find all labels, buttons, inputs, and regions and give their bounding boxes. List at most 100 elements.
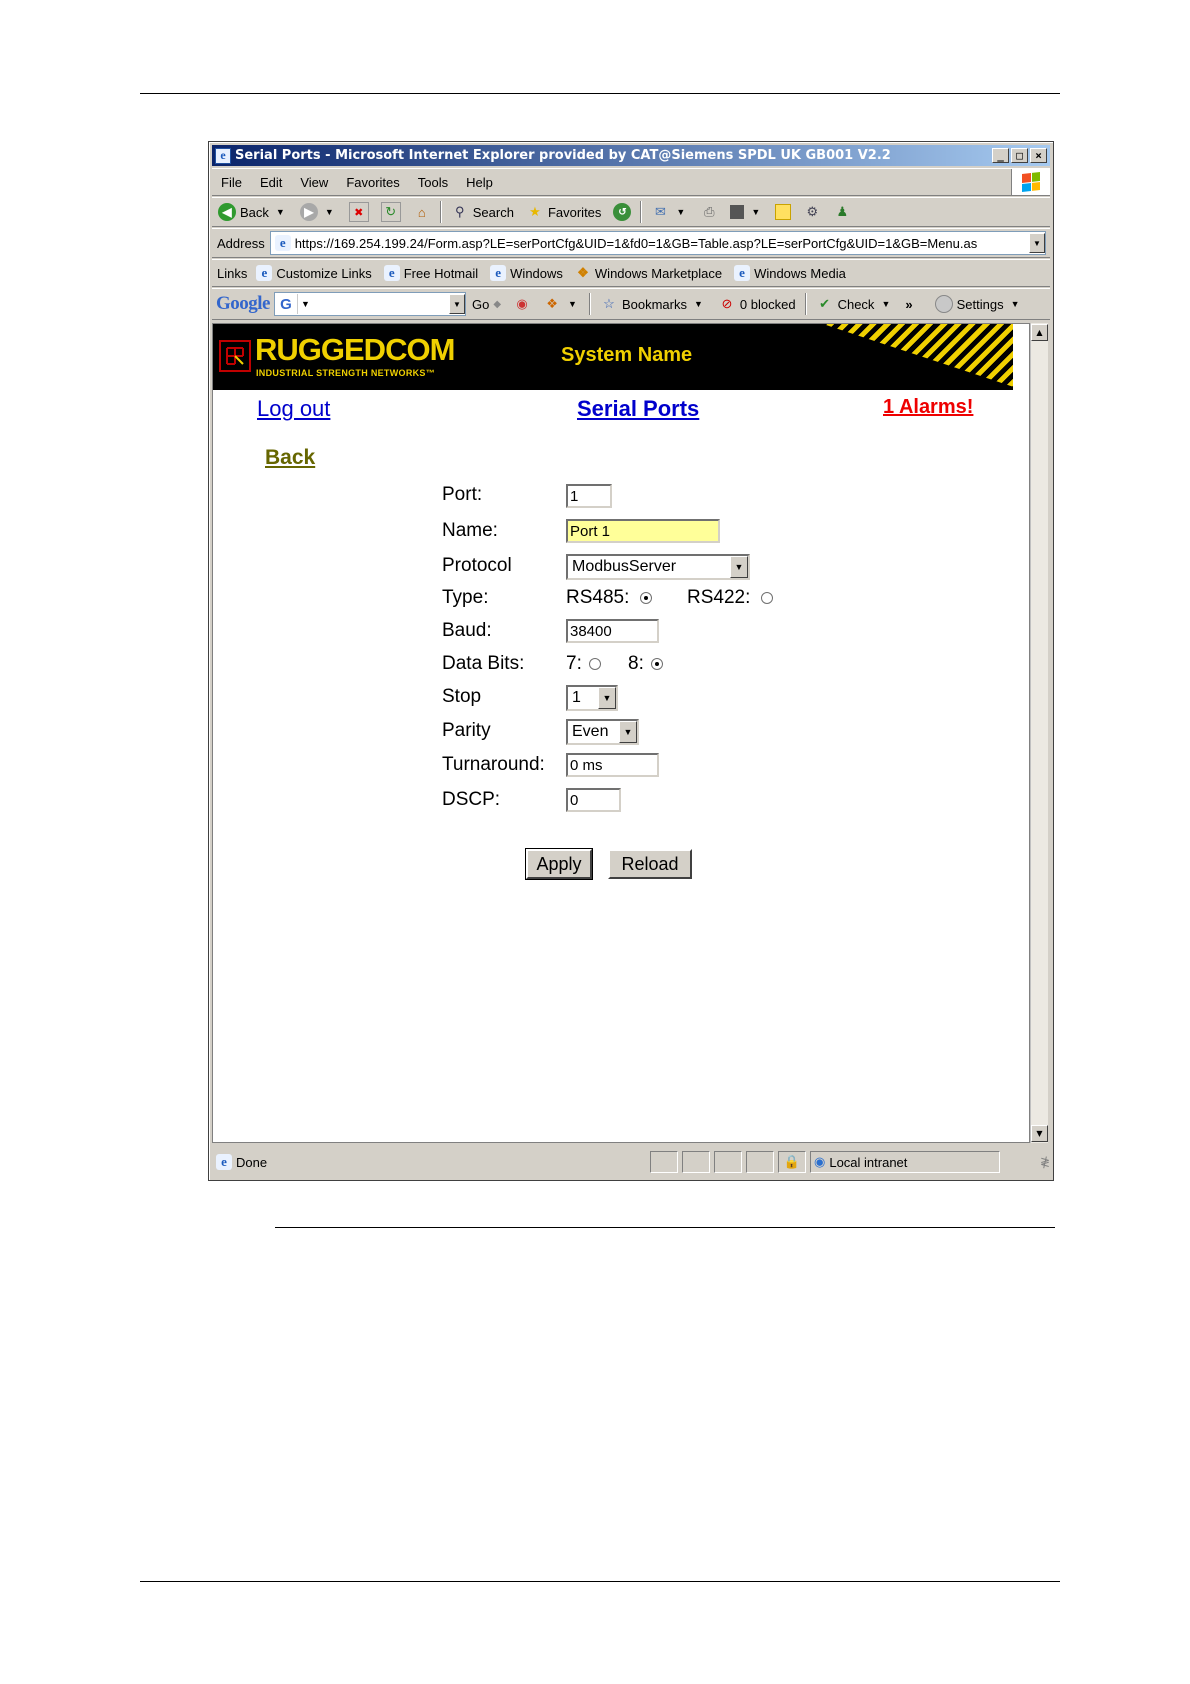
name-input[interactable]: Port 1 — [566, 519, 720, 543]
rs485-radio[interactable] — [640, 592, 652, 604]
pagerank-button[interactable]: ◉ — [507, 295, 537, 313]
parity-label: Parity — [442, 720, 491, 741]
research-button[interactable]: ⚙ — [797, 203, 827, 221]
link-windows[interactable]: e Windows — [486, 265, 571, 281]
rs485-label: RS485: — [566, 587, 630, 608]
stop-button[interactable]: ✖ — [343, 202, 375, 222]
protocol-select[interactable]: ModbusServer ▼ — [566, 554, 750, 580]
messenger-button[interactable]: ♟ — [827, 203, 857, 221]
chevron-down-icon[interactable]: ▼ — [1008, 299, 1023, 309]
stop-select[interactable]: 1 ▼ — [566, 685, 618, 711]
edit-button[interactable]: ▼ — [724, 205, 769, 219]
dscp-input[interactable]: 0 — [566, 788, 621, 812]
menu-tools[interactable]: Tools — [409, 175, 457, 190]
rs422-radio[interactable] — [761, 592, 773, 604]
home-button[interactable]: ⌂ — [407, 203, 437, 221]
chevron-down-icon[interactable]: ▼ — [322, 207, 337, 217]
ie-window: e Serial Ports - Microsoft Internet Expl… — [208, 141, 1054, 1181]
chevron-down-icon[interactable]: ▼ — [565, 299, 580, 309]
chevron-down-icon[interactable]: ▼ — [619, 721, 637, 743]
window-title: Serial Ports - Microsoft Internet Explor… — [235, 148, 891, 163]
brand-tagline: INDUSTRIAL STRENGTH NETWORKS™ — [256, 368, 436, 378]
vertical-scrollbar[interactable]: ▲ ▼ — [1030, 323, 1048, 1143]
google-dropdown-button[interactable]: ▼ — [449, 294, 465, 314]
data-bits-label: Data Bits: — [442, 653, 525, 674]
google-options-icon: ❖ — [546, 296, 558, 311]
chevron-down-icon[interactable]: ▼ — [878, 299, 893, 309]
ie-page-icon: e — [383, 265, 400, 281]
turnaround-input[interactable]: 0 ms — [566, 753, 659, 777]
reload-button[interactable]: Reload — [608, 849, 692, 879]
link-windows-marketplace[interactable]: ❖ Windows Marketplace — [571, 265, 730, 281]
alarms-link[interactable]: 1 Alarms! — [883, 396, 973, 419]
mail-button[interactable]: ✉ ▼ — [645, 203, 694, 221]
baud-input[interactable]: 38400 — [566, 619, 659, 643]
port-label: Port: — [442, 484, 483, 505]
baud-label: Baud: — [442, 620, 492, 641]
menu-file[interactable]: File — [212, 175, 251, 190]
chevron-down-icon[interactable]: ▼ — [673, 207, 688, 217]
print-button[interactable]: ⎙ — [694, 203, 724, 221]
discuss-button[interactable] — [769, 204, 797, 220]
minimize-button[interactable]: _ — [992, 148, 1009, 163]
protocol-value: ModbusServer — [572, 558, 677, 575]
google-toolbar: Google G ▼ ▼ Go ◆ ◉ ❖ ▼ ☆ Bookmarks ▼ ⊘ 0 … — [212, 288, 1050, 320]
close-button[interactable]: × — [1030, 148, 1047, 163]
spellcheck-button[interactable]: ✔ Check ▼ — [810, 295, 900, 313]
link-free-hotmail[interactable]: e Free Hotmail — [380, 265, 486, 281]
data-bits-8-radio[interactable] — [651, 658, 663, 670]
page-title[interactable]: Serial Ports — [577, 396, 699, 422]
hazard-stripes — [823, 324, 1013, 390]
search-button[interactable]: ⚲ Search — [445, 203, 520, 221]
menu-help[interactable]: Help — [457, 175, 502, 190]
chevron-down-icon[interactable]: ▼ — [598, 687, 616, 709]
back-arrow-icon: ◀ — [218, 203, 236, 221]
resize-grip-icon[interactable]: ≹ — [1040, 1155, 1050, 1169]
maximize-button[interactable]: □ — [1011, 148, 1028, 163]
stop-label: Stop — [442, 686, 482, 707]
logout-link[interactable]: Log out — [257, 396, 330, 422]
chevron-down-icon[interactable]: ▼ — [273, 207, 288, 217]
history-button[interactable]: ↺ — [607, 203, 637, 221]
settings-button[interactable]: Settings ▼ — [929, 295, 1029, 313]
rs422-label: RS422: — [687, 587, 751, 608]
popup-blocker-button[interactable]: ⊘ 0 blocked — [712, 295, 802, 313]
chevron-down-icon[interactable]: ▼ — [691, 299, 706, 309]
status-text: Done — [236, 1154, 268, 1170]
refresh-button[interactable]: ↻ — [375, 202, 407, 222]
google-go-button[interactable]: Go ◆ — [466, 297, 507, 312]
address-input[interactable]: e https://169.254.199.24/Form.asp?LE=ser… — [269, 231, 1046, 255]
star-icon: ★ — [529, 204, 541, 219]
chevron-down-icon[interactable]: ▼ — [730, 556, 748, 578]
menu-edit[interactable]: Edit — [251, 175, 291, 190]
page-icon: e — [274, 235, 291, 251]
more-buttons[interactable]: » — [899, 297, 918, 312]
back-button[interactable]: ◀ Back ▼ — [212, 203, 294, 221]
address-dropdown-button[interactable]: ▼ — [1029, 233, 1045, 253]
scroll-down-icon[interactable]: ▼ — [1031, 1125, 1048, 1142]
google-options-button[interactable]: ❖ ▼ — [537, 295, 586, 313]
stop-icon: ✖ — [348, 202, 369, 222]
parity-select[interactable]: Even ▼ — [566, 719, 639, 745]
dscp-label: DSCP: — [442, 789, 501, 810]
menu-favorites[interactable]: Favorites — [337, 175, 408, 190]
turnaround-label: Turnaround: — [442, 754, 545, 775]
go-label: Go — [472, 296, 490, 312]
research-icon: ⚙ — [806, 204, 819, 219]
google-search-input[interactable]: G ▼ ▼ — [274, 292, 466, 316]
back-link[interactable]: Back — [265, 446, 315, 470]
forward-button[interactable]: ▶ ▼ — [294, 203, 343, 221]
link-windows-media[interactable]: e Windows Media — [730, 265, 854, 281]
bookmarks-button[interactable]: ☆ Bookmarks ▼ — [594, 295, 712, 313]
menu-view[interactable]: View — [291, 175, 337, 190]
scroll-up-icon[interactable]: ▲ — [1031, 324, 1048, 341]
chevron-down-icon[interactable]: ▼ — [748, 207, 763, 217]
link-customize-links[interactable]: e Customize Links — [252, 265, 379, 281]
data-bits-7-radio[interactable] — [589, 658, 601, 670]
apply-button[interactable]: Apply — [525, 848, 593, 880]
ie-page-icon: e — [490, 265, 507, 281]
port-input[interactable]: 1 — [566, 484, 612, 508]
chevron-down-icon[interactable]: ▼ — [298, 299, 313, 309]
forward-arrow-icon: ▶ — [299, 203, 318, 221]
favorites-button[interactable]: ★ Favorites — [520, 203, 607, 221]
